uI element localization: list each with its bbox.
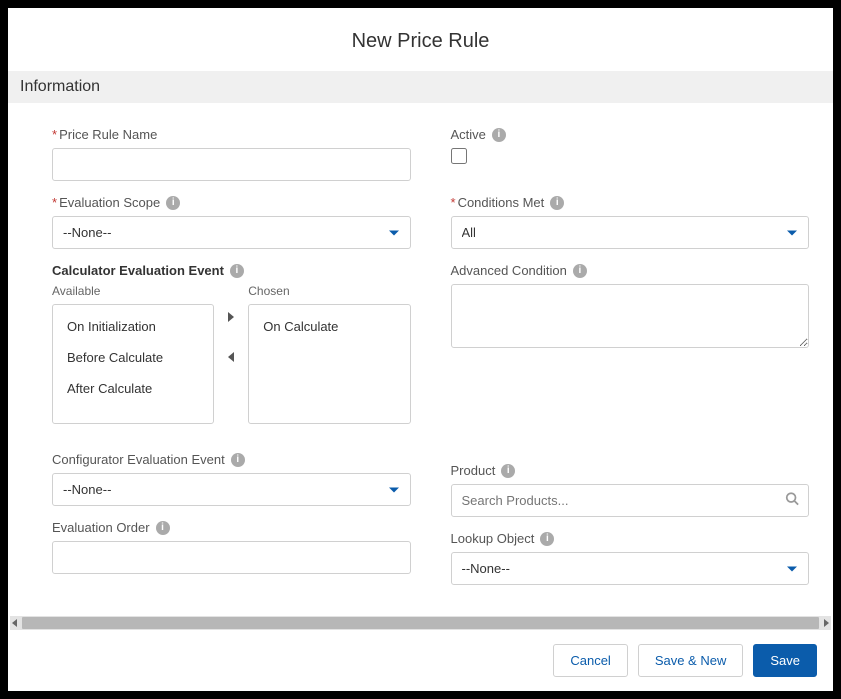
section-information: Information [8,71,833,103]
required-star: * [52,127,57,142]
chevron-right-icon [228,312,234,322]
list-item[interactable]: Before Calculate [53,342,213,373]
chosen-listbox[interactable]: On Calculate [248,304,410,424]
conditions-met-select[interactable]: All [451,216,810,249]
product-label: Product [451,463,496,478]
list-item[interactable]: On Initialization [53,311,213,342]
config-event-select[interactable]: --None-- [52,473,411,506]
info-icon: i [501,464,515,478]
advanced-condition-label: Advanced Condition [451,263,567,278]
advanced-condition-group: Advanced Condition i [451,263,810,353]
info-icon: i [540,532,554,546]
info-icon: i [573,264,587,278]
active-checkbox[interactable] [451,148,467,164]
evaluation-scope-label: Evaluation Scope [59,195,160,210]
right-column: Active i *Conditions Met i All [451,113,810,585]
save-and-new-button[interactable]: Save & New [638,644,744,677]
info-icon: i [550,196,564,210]
lookup-object-select[interactable]: --None-- [451,552,810,585]
modal-footer: Cancel Save & New Save [8,630,833,691]
required-star: * [52,195,57,210]
eval-order-group: Evaluation Order i [52,520,411,574]
cancel-button[interactable]: Cancel [553,644,627,677]
price-rule-name-label: Price Rule Name [59,127,157,142]
left-column: *Price Rule Name *Evaluation Scope i --N… [52,113,411,585]
evaluation-scope-select[interactable]: --None-- [52,216,411,249]
active-label: Active [451,127,486,142]
calc-event-label: Calculator Evaluation Event [52,263,224,278]
calc-event-group: Calculator Evaluation Event i Available … [52,263,411,424]
modal-dialog: New Price Rule Information *Price Rule N… [8,8,833,691]
active-group: Active i [451,127,810,169]
modal-header: New Price Rule [8,8,833,71]
required-star: * [451,195,456,210]
info-icon: i [230,264,244,278]
list-item[interactable]: On Calculate [249,311,409,342]
move-left-button[interactable] [226,352,236,362]
price-rule-name-input[interactable] [52,148,411,181]
move-right-button[interactable] [226,312,236,322]
product-group: Product i [451,463,810,517]
info-icon: i [231,453,245,467]
page-title: New Price Rule [8,30,833,53]
list-item[interactable]: After Calculate [53,373,213,404]
eval-order-input[interactable] [52,541,411,574]
conditions-met-label: Conditions Met [458,195,545,210]
lookup-object-group: Lookup Object i --None-- [451,531,810,585]
config-event-group: Configurator Evaluation Event i --None-- [52,452,411,506]
horizontal-scrollbar[interactable] [10,616,831,630]
product-lookup-input[interactable] [451,484,810,517]
dual-listbox: Available On Initialization Before Calcu… [52,284,411,424]
chevron-left-icon [228,352,234,362]
config-event-label: Configurator Evaluation Event [52,452,225,467]
available-listbox[interactable]: On Initialization Before Calculate After… [52,304,214,424]
price-rule-name-group: *Price Rule Name [52,127,411,181]
info-icon: i [492,128,506,142]
save-button[interactable]: Save [753,644,817,677]
evaluation-scope-group: *Evaluation Scope i --None-- [52,195,411,249]
lookup-object-label: Lookup Object [451,531,535,546]
available-caption: Available [52,284,214,298]
chosen-caption: Chosen [248,284,410,298]
eval-order-label: Evaluation Order [52,520,150,535]
conditions-met-group: *Conditions Met i All [451,195,810,249]
search-icon[interactable] [785,491,799,510]
advanced-condition-textarea[interactable] [451,284,810,348]
scrollbar-thumb[interactable] [22,617,819,629]
form-body: *Price Rule Name *Evaluation Scope i --N… [8,103,833,616]
info-icon: i [166,196,180,210]
info-icon: i [156,521,170,535]
